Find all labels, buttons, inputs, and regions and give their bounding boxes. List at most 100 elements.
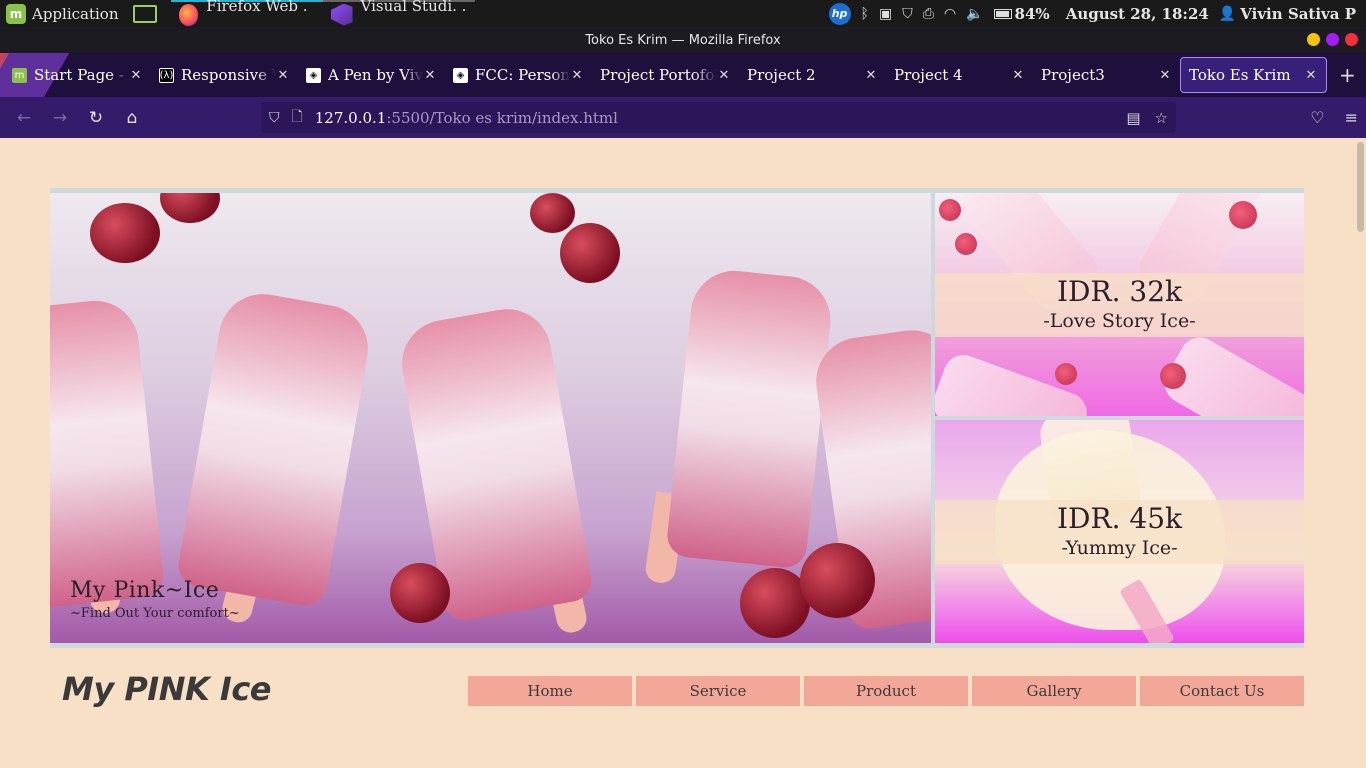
close-window-button[interactable] xyxy=(1345,33,1358,46)
tab-label: Toko Es Krim xyxy=(1189,66,1291,84)
tab-close-icon[interactable]: ✕ xyxy=(570,68,584,83)
battery-percent: 84% xyxy=(1014,4,1050,23)
shield-icon[interactable]: ⛉ xyxy=(902,6,913,22)
nav-service[interactable]: Service xyxy=(636,676,800,706)
os-taskbar: m Application Firefox Web . . . Visual S… xyxy=(0,0,1366,33)
tab-close-icon[interactable]: ✕ xyxy=(717,68,731,83)
tab-label: Project3 xyxy=(1041,66,1105,84)
product-card-love-story[interactable]: IDR. 32k -Love Story Ice- xyxy=(935,193,1304,416)
pocket-icon[interactable]: ♡ xyxy=(1310,108,1324,127)
nav-home[interactable]: Home xyxy=(468,676,632,706)
tab-close-icon[interactable]: ✕ xyxy=(864,68,878,83)
visual-studio-icon xyxy=(330,3,353,26)
battery-indicator[interactable]: 84% xyxy=(993,4,1050,23)
user-icon: 👤 xyxy=(1218,5,1237,22)
hamburger-menu-icon[interactable]: ≡ xyxy=(1345,108,1358,127)
user-menu[interactable]: 👤 Vivin Sativa P xyxy=(1219,5,1356,23)
clock[interactable]: August 28, 18:24 xyxy=(1066,5,1209,23)
minimize-button[interactable] xyxy=(1307,33,1320,46)
price-band: IDR. 45k -Yummy Ice- xyxy=(935,500,1304,564)
firefox-icon xyxy=(178,3,199,26)
taskbar-window-firefox[interactable]: Firefox Web . . . xyxy=(170,0,323,33)
mint-logo-icon: m xyxy=(6,3,26,24)
printer-icon[interactable]: ⎙ xyxy=(923,6,934,22)
user-name: Vivin Sativa P xyxy=(1240,4,1356,23)
application-menu-label: Application xyxy=(32,4,119,23)
product-name: -Yummy Ice- xyxy=(1061,537,1178,559)
product-card-yummy[interactable]: IDR. 45k -Yummy Ice- xyxy=(935,420,1304,643)
tab-close-icon[interactable]: ✕ xyxy=(423,68,437,83)
tab-close-icon[interactable]: ✕ xyxy=(1011,68,1025,83)
cherry-decor xyxy=(160,193,220,223)
bluetooth-icon[interactable]: ᛒ xyxy=(861,6,869,22)
tab-project-portofolio[interactable]: Project Portofolio ✕ xyxy=(592,57,739,93)
clipboard-icon[interactable]: ▣ xyxy=(879,6,892,22)
tab-label: FCC: Personal Portfolio xyxy=(475,66,570,84)
product-price: IDR. 32k xyxy=(1057,275,1182,308)
popsicle xyxy=(665,266,835,570)
reader-view-icon[interactable]: ▤ xyxy=(1126,109,1140,127)
cherry-decor xyxy=(800,543,875,618)
url-path: :5500/Toko es krim/index.html xyxy=(386,108,618,127)
raspberry-decor xyxy=(1229,201,1257,229)
tab-strip: m Start Page - Mozilla Firefox ✕ (λ) Res… xyxy=(0,53,1366,97)
cherry-decor xyxy=(560,223,620,283)
page-viewport: My Pink~Ice ~Find Out Your comfort~ IDR.… xyxy=(0,138,1366,768)
main-banner-image: My Pink~Ice ~Find Out Your comfort~ xyxy=(50,193,931,643)
window-titlebar: Toko Es Krim — Mozilla Firefox xyxy=(0,27,1366,53)
tab-project-2[interactable]: Project 2 ✕ xyxy=(739,57,886,93)
tab-project3[interactable]: Project3 ✕ xyxy=(1033,57,1180,93)
battery-icon xyxy=(993,8,1012,19)
bookmark-star-icon[interactable]: ☆ xyxy=(1155,109,1168,127)
application-menu[interactable]: m Application xyxy=(0,0,125,27)
tab-close-icon[interactable]: ✕ xyxy=(129,68,143,83)
popsicle xyxy=(175,287,375,609)
tab-label: A Pen by Vivin xyxy=(328,66,423,84)
product-price: IDR. 45k xyxy=(1057,502,1182,535)
site-nav: Home Service Product Gallery Contact Us xyxy=(468,676,1304,706)
tab-close-icon[interactable]: ✕ xyxy=(276,68,290,83)
tab-project-4[interactable]: Project 4 ✕ xyxy=(886,57,1033,93)
nav-contact-us[interactable]: Contact Us xyxy=(1140,676,1304,706)
maximize-button[interactable] xyxy=(1326,33,1339,46)
tab-responsive-web[interactable]: (λ) Responsive Web Design ✕ xyxy=(151,57,298,93)
shield-icon[interactable]: ⛉ xyxy=(269,110,280,126)
popsicle xyxy=(50,296,166,610)
cherry-decor xyxy=(390,563,450,623)
taskbar-window-vscode[interactable]: Visual Studi. . . xyxy=(322,0,475,33)
cherry-decor xyxy=(90,203,160,263)
mint-icon: m xyxy=(12,67,27,83)
freecodecamp-icon: (λ) xyxy=(159,67,174,83)
tab-close-icon[interactable]: ✕ xyxy=(1304,68,1318,83)
window-controls xyxy=(1307,33,1358,46)
nav-product[interactable]: Product xyxy=(804,676,968,706)
tab-fcc-personal[interactable]: ◈ FCC: Personal Portfolio ✕ xyxy=(445,57,592,93)
raspberry-decor xyxy=(1160,363,1186,389)
terminal-icon[interactable] xyxy=(132,4,157,23)
codepen-icon: ◈ xyxy=(306,67,321,83)
home-icon[interactable]: ⌂ xyxy=(114,97,150,138)
volume-icon[interactable]: 🔈 xyxy=(966,6,983,22)
site-logo[interactable]: My PINK Ice xyxy=(62,670,272,708)
new-tab-icon[interactable]: + xyxy=(1339,63,1356,87)
hp-icon[interactable]: hp xyxy=(828,2,851,25)
scrollbar[interactable] xyxy=(1357,142,1364,232)
hero-section: My Pink~Ice ~Find Out Your comfort~ IDR.… xyxy=(50,188,1304,648)
product-name: -Love Story Ice- xyxy=(1043,310,1196,332)
nav-gallery[interactable]: Gallery xyxy=(972,676,1136,706)
raspberry-decor xyxy=(955,233,977,255)
wifi-icon[interactable]: ◠ xyxy=(944,6,956,22)
raspberry-decor xyxy=(1055,363,1077,385)
navigation-toolbar: ← → ↻ ⌂ ⛉ 🗋 127.0.0.1:5500/Toko es krim/… xyxy=(0,97,1366,138)
tab-a-pen[interactable]: ◈ A Pen by Vivin ✕ xyxy=(298,57,445,93)
tab-label: Responsive Web Design xyxy=(181,66,276,84)
url-bar[interactable]: ⛉ 🗋 127.0.0.1:5500/Toko es krim/index.ht… xyxy=(261,102,1176,133)
back-arrow-icon[interactable]: ← xyxy=(6,97,42,138)
price-band: IDR. 32k -Love Story Ice- xyxy=(935,273,1304,337)
tab-start-page[interactable]: m Start Page - Mozilla Firefox ✕ xyxy=(4,57,151,93)
forward-arrow-icon[interactable]: → xyxy=(42,97,78,138)
tab-close-icon[interactable]: ✕ xyxy=(1158,68,1172,83)
tab-toko-es-krim[interactable]: Toko Es Krim ✕ xyxy=(1180,57,1327,93)
reload-icon[interactable]: ↻ xyxy=(78,97,114,138)
banner-subtitle: ~Find Out Your comfort~ xyxy=(70,606,240,621)
